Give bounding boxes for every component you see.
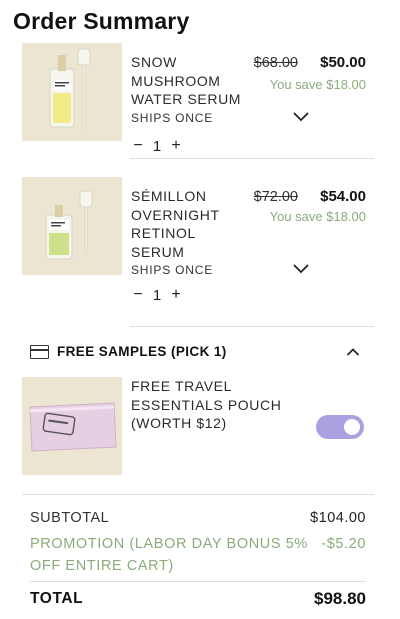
promotion-value: -$5.20 bbox=[321, 536, 366, 552]
savings-text: You save $18.00 bbox=[269, 209, 366, 224]
item-name: SNOW MUSHROOM WATER SERUM bbox=[131, 54, 242, 107]
promotion-label-line2: OFF ENTIRE CART) bbox=[30, 558, 174, 574]
quantity-stepper: − 1 + bbox=[131, 137, 183, 155]
divider bbox=[130, 158, 374, 159]
free-samples-title: FREE SAMPLES (PICK 1) bbox=[57, 344, 227, 359]
serum-bottle-icon bbox=[49, 48, 91, 130]
pouch-icon bbox=[29, 402, 117, 452]
divider bbox=[30, 581, 366, 582]
subtotal-value: $104.00 bbox=[310, 510, 366, 526]
decrease-quantity-button[interactable]: − bbox=[131, 286, 145, 304]
sample-image bbox=[22, 377, 122, 475]
free-samples-header[interactable]: FREE SAMPLES (PICK 1) bbox=[30, 343, 366, 363]
page-title: Order Summary bbox=[13, 8, 190, 34]
chevron-up-icon[interactable] bbox=[346, 347, 360, 357]
chevron-down-icon[interactable] bbox=[292, 111, 310, 123]
chevron-down-icon[interactable] bbox=[292, 263, 310, 275]
promotion-label: PROMOTION (LABOR DAY BONUS 5% bbox=[30, 536, 308, 552]
original-price: $72.00 bbox=[253, 189, 298, 205]
sample-name: FREE TRAVEL ESSENTIALS POUCH (WORTH $12) bbox=[131, 378, 282, 431]
product-image bbox=[22, 177, 122, 275]
quantity-value: 1 bbox=[152, 286, 162, 304]
toggle-knob bbox=[344, 419, 360, 435]
serum-bottle-icon bbox=[45, 190, 93, 260]
quantity-stepper: − 1 + bbox=[131, 286, 183, 304]
subtotal-label: SUBTOTAL bbox=[30, 510, 110, 526]
divider bbox=[22, 494, 374, 495]
product-image bbox=[22, 43, 122, 141]
card-icon bbox=[30, 345, 49, 359]
quantity-value: 1 bbox=[152, 137, 162, 155]
increase-quantity-button[interactable]: + bbox=[169, 286, 183, 304]
sale-price: $50.00 bbox=[320, 54, 366, 71]
savings-text: You save $18.00 bbox=[269, 77, 366, 92]
decrease-quantity-button[interactable]: − bbox=[131, 137, 145, 155]
shipping-frequency: SHIPS ONCE bbox=[131, 111, 214, 125]
cart-item-semillon-retinol: SÉMILLON OVERNIGHT RETINOL SERUM $72.00 … bbox=[22, 177, 374, 307]
shipping-frequency: SHIPS ONCE bbox=[131, 263, 214, 277]
divider bbox=[130, 326, 374, 327]
cart-item-snow-mushroom: SNOW MUSHROOM WATER SERUM $68.00 $50.00 … bbox=[22, 43, 374, 163]
total-label: TOTAL bbox=[30, 590, 84, 607]
original-price: $68.00 bbox=[253, 55, 298, 71]
item-name: SÉMILLON OVERNIGHT RETINOL SERUM bbox=[131, 188, 220, 260]
sale-price: $54.00 bbox=[320, 188, 366, 205]
increase-quantity-button[interactable]: + bbox=[169, 137, 183, 155]
promotion-row: PROMOTION (LABOR DAY BONUS 5% -$5.20 OFF… bbox=[30, 533, 366, 577]
sample-toggle[interactable] bbox=[316, 415, 364, 439]
total-value: $98.80 bbox=[314, 589, 366, 608]
